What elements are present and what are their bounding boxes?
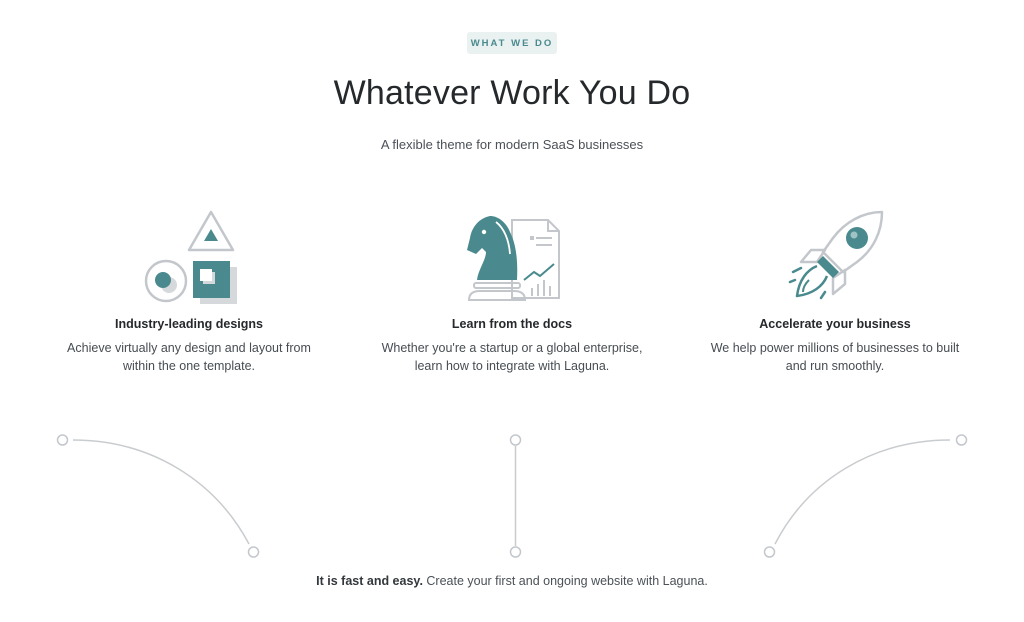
connector-lines <box>56 434 968 558</box>
connector-node <box>509 434 522 446</box>
connector-node <box>56 434 69 446</box>
connector-node <box>955 434 968 446</box>
footer-note-bold: It is fast and easy. <box>316 574 423 588</box>
footer-note-text: Create your first and ongoing website wi… <box>422 574 708 588</box>
connector-curve-right <box>774 439 951 545</box>
connector-curve-left <box>72 439 250 545</box>
footer-note: It is fast and easy. Create your first a… <box>0 574 1024 588</box>
connector-node <box>509 546 522 558</box>
connector-node <box>763 546 776 558</box>
connector-node <box>247 546 260 558</box>
